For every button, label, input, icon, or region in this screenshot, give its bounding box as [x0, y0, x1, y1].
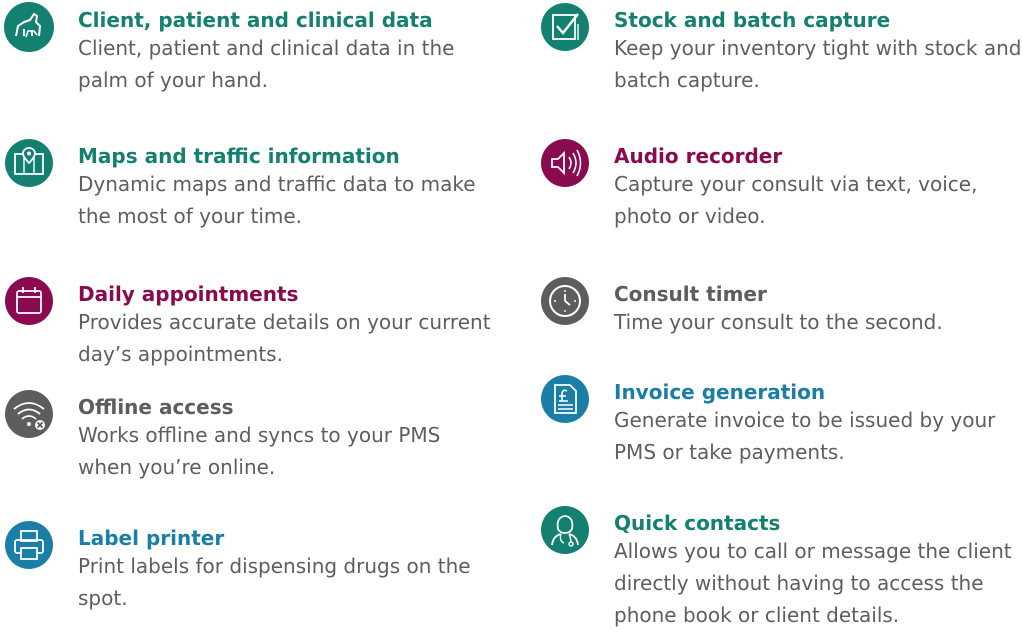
vet-contact-icon [540, 505, 590, 555]
invoice-pound-icon [540, 374, 590, 424]
feature-title: Client, patient and clinical data [78, 8, 433, 32]
checklist-icon [540, 2, 590, 52]
feature-title: Label printer [78, 526, 225, 550]
feature-description: Keep your inventory tight with stock and… [614, 36, 1022, 92]
feature-description: Allows you to call or message the client… [614, 539, 1012, 627]
speaker-icon [540, 138, 590, 188]
wifi-off-icon [4, 389, 54, 439]
feature-title: Maps and traffic information [78, 144, 400, 168]
feature-title: Consult timer [614, 282, 767, 306]
calendar-icon [4, 276, 54, 326]
feature-description: Provides accurate details on your curren… [78, 310, 491, 366]
feature-description: Capture your consult via text, voice, ph… [614, 172, 978, 228]
feature-title: Invoice generation [614, 380, 826, 404]
feature-title: Daily appointments [78, 282, 299, 306]
feature-title: Stock and batch capture [614, 8, 891, 32]
feature-description: Client, patient and clinical data in the… [78, 36, 455, 92]
feature-description: Print labels for dispensing drugs on the… [78, 554, 471, 610]
map-pin-icon [4, 138, 54, 188]
horse-dog-icon [4, 2, 54, 52]
feature-title: Quick contacts [614, 511, 781, 535]
clock-icon [540, 276, 590, 326]
feature-description: Dynamic maps and traffic data to make th… [78, 172, 476, 228]
feature-description: Works offline and syncs to your PMS when… [78, 423, 441, 479]
feature-title: Audio recorder [614, 144, 783, 168]
printer-icon [4, 520, 54, 570]
feature-description: Generate invoice to be issued by your PM… [614, 408, 996, 464]
feature-description: Time your consult to the second. [614, 310, 943, 334]
feature-title: Offline access [78, 395, 234, 419]
